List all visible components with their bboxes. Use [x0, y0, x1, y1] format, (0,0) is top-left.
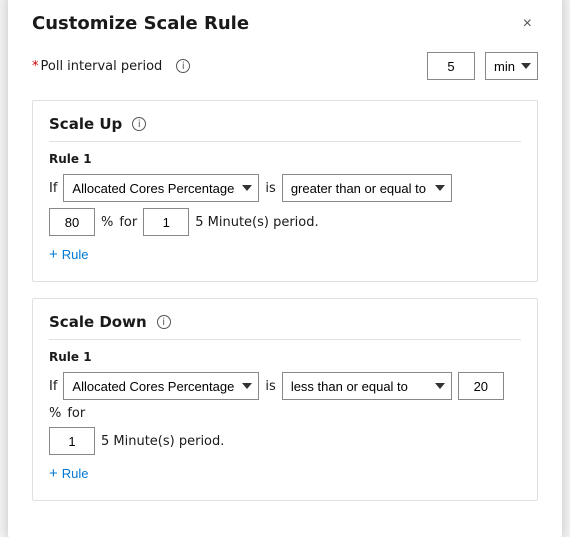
scale-down-pct-label: % [49, 406, 61, 421]
scale-down-period-row: 5 Minute(s) period. [49, 427, 521, 455]
scale-up-rule1-label: Rule 1 [49, 152, 521, 166]
scale-up-title: Scale Up [49, 115, 122, 133]
poll-interval-label: *Poll interval period [32, 59, 162, 74]
scale-down-period-text: 5 Minute(s) period. [101, 434, 224, 449]
scale-down-plus-icon: + [49, 465, 58, 482]
scale-down-rule1-row: If Allocated Cores Percentage CPU Usage … [49, 372, 521, 421]
scale-down-for-text: for [67, 406, 85, 421]
close-button[interactable]: × [517, 14, 538, 34]
scale-down-condition-select[interactable]: greater than or equal to greater than le… [282, 372, 452, 400]
scale-down-add-rule-label: Rule [62, 466, 89, 481]
scale-up-condition-select[interactable]: greater than or equal to greater than le… [282, 174, 452, 202]
scale-down-title: Scale Down [49, 313, 147, 331]
scale-down-title-row: Scale Down i [49, 313, 521, 340]
scale-up-threshold-row: % for 5 Minute(s) period. [49, 208, 521, 236]
scale-up-metric-select[interactable]: Allocated Cores Percentage CPU Usage Mem… [63, 174, 259, 202]
scale-down-rule1-label: Rule 1 [49, 350, 521, 364]
scale-down-info-icon: i [157, 315, 171, 329]
poll-interval-unit-select[interactable]: min sec [485, 52, 538, 80]
scale-up-pct-label: % [101, 215, 113, 230]
modal-header: Customize Scale Rule × [32, 13, 538, 34]
scale-down-metric-select[interactable]: Allocated Cores Percentage CPU Usage Mem… [63, 372, 259, 400]
poll-interval-info-icon: i [176, 59, 190, 73]
scale-up-rule1-row: If Allocated Cores Percentage CPU Usage … [49, 174, 521, 202]
modal-title: Customize Scale Rule [32, 13, 249, 34]
customize-scale-rule-modal: Customize Scale Rule × *Poll interval pe… [8, 0, 562, 537]
scale-up-title-row: Scale Up i [49, 115, 521, 142]
scale-down-period-input[interactable] [49, 427, 95, 455]
scale-up-add-rule-label: Rule [62, 247, 89, 262]
scale-down-if-text: If [49, 379, 57, 394]
scale-up-info-icon: i [132, 117, 146, 131]
scale-up-add-rule-button[interactable]: + Rule [49, 242, 89, 267]
poll-interval-row: *Poll interval period i min sec [32, 52, 538, 80]
scale-up-period-input[interactable] [143, 208, 189, 236]
scale-down-threshold-input[interactable] [458, 372, 504, 400]
poll-interval-input[interactable] [427, 52, 475, 80]
scale-up-period-text: 5 Minute(s) period. [195, 215, 318, 230]
scale-up-plus-icon: + [49, 246, 58, 263]
scale-down-is-text: is [265, 379, 275, 394]
scale-up-threshold-input[interactable] [49, 208, 95, 236]
scale-up-is-text: is [265, 181, 275, 196]
scale-up-section: Scale Up i Rule 1 If Allocated Cores Per… [32, 100, 538, 282]
scale-up-for-text: for [119, 215, 137, 230]
scale-up-if-text: If [49, 181, 57, 196]
scale-down-section: Scale Down i Rule 1 If Allocated Cores P… [32, 298, 538, 501]
scale-down-add-rule-button[interactable]: + Rule [49, 461, 89, 486]
required-star: * [32, 59, 39, 74]
